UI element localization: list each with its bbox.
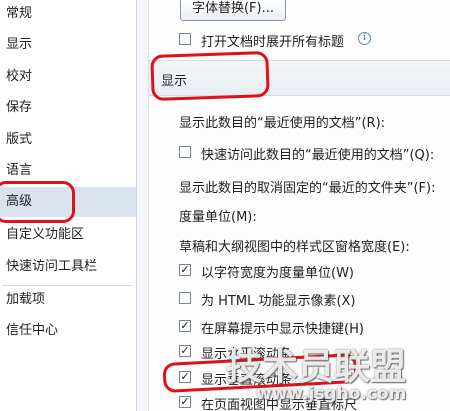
quick-access-recent-label: 快速访问此数目的“最近使用的文档”(Q): <box>201 148 435 163</box>
sidebar-item-layout[interactable]: 版式 <box>0 126 136 154</box>
style-area-width-label: 草稿和大纲视图中的样式区窗格宽度(E): <box>179 240 410 255</box>
watermark-url: www.jsgho.com <box>256 384 407 404</box>
expand-headings-label: 打开文档时展开所有标题 <box>201 35 345 50</box>
option-checkbox[interactable] <box>179 292 191 304</box>
quick-access-recent-checkbox[interactable] <box>179 146 191 158</box>
option-checkbox[interactable]: ✓ <box>179 345 191 357</box>
sidebar-item-trust-center[interactable]: 信任中心 <box>0 317 136 345</box>
sidebar-item-quick-access-toolbar[interactable]: 快速访问工具栏 <box>0 253 136 281</box>
sidebar-item-add-ins[interactable]: 加载项 <box>0 286 136 314</box>
measure-unit-label: 度量单位(M): <box>179 210 257 225</box>
option-checkbox[interactable]: ✓ <box>179 396 191 408</box>
watermark-brand: 技术员联盟 <box>226 347 407 388</box>
option-checkbox[interactable]: ✓ <box>179 264 191 276</box>
sidebar-item-customize-ribbon[interactable]: 自定义功能区 <box>0 221 136 249</box>
expand-headings-checkbox[interactable] <box>179 33 191 45</box>
option-label: 以字符宽度为度量单位(W) <box>201 266 354 281</box>
sidebar-item-save[interactable]: 保存 <box>0 94 136 122</box>
annotation-circle-display <box>150 50 270 102</box>
unpinned-folders-label: 显示此数目的取消固定的“最近的文件夹”(F): <box>179 181 436 196</box>
sidebar-item-general[interactable]: 常规 <box>0 0 136 28</box>
recent-docs-label: 显示此数目的“最近使用的文档”(R): <box>179 116 386 131</box>
annotation-circle-advanced <box>0 181 75 223</box>
panel-gutter <box>137 0 149 411</box>
sidebar-item-display[interactable]: 显示 <box>0 31 136 59</box>
option-label: 在屏幕提示中显示快捷键(H) <box>201 322 364 337</box>
option-label: 为 HTML 功能显示像素(X) <box>201 294 356 309</box>
sidebar-item-proofing[interactable]: 校对 <box>0 63 136 91</box>
option-checkbox[interactable]: ✓ <box>179 320 191 332</box>
info-icon[interactable]: i <box>358 32 371 45</box>
font-substitution-button[interactable]: 字体替换(F)... <box>180 0 286 21</box>
